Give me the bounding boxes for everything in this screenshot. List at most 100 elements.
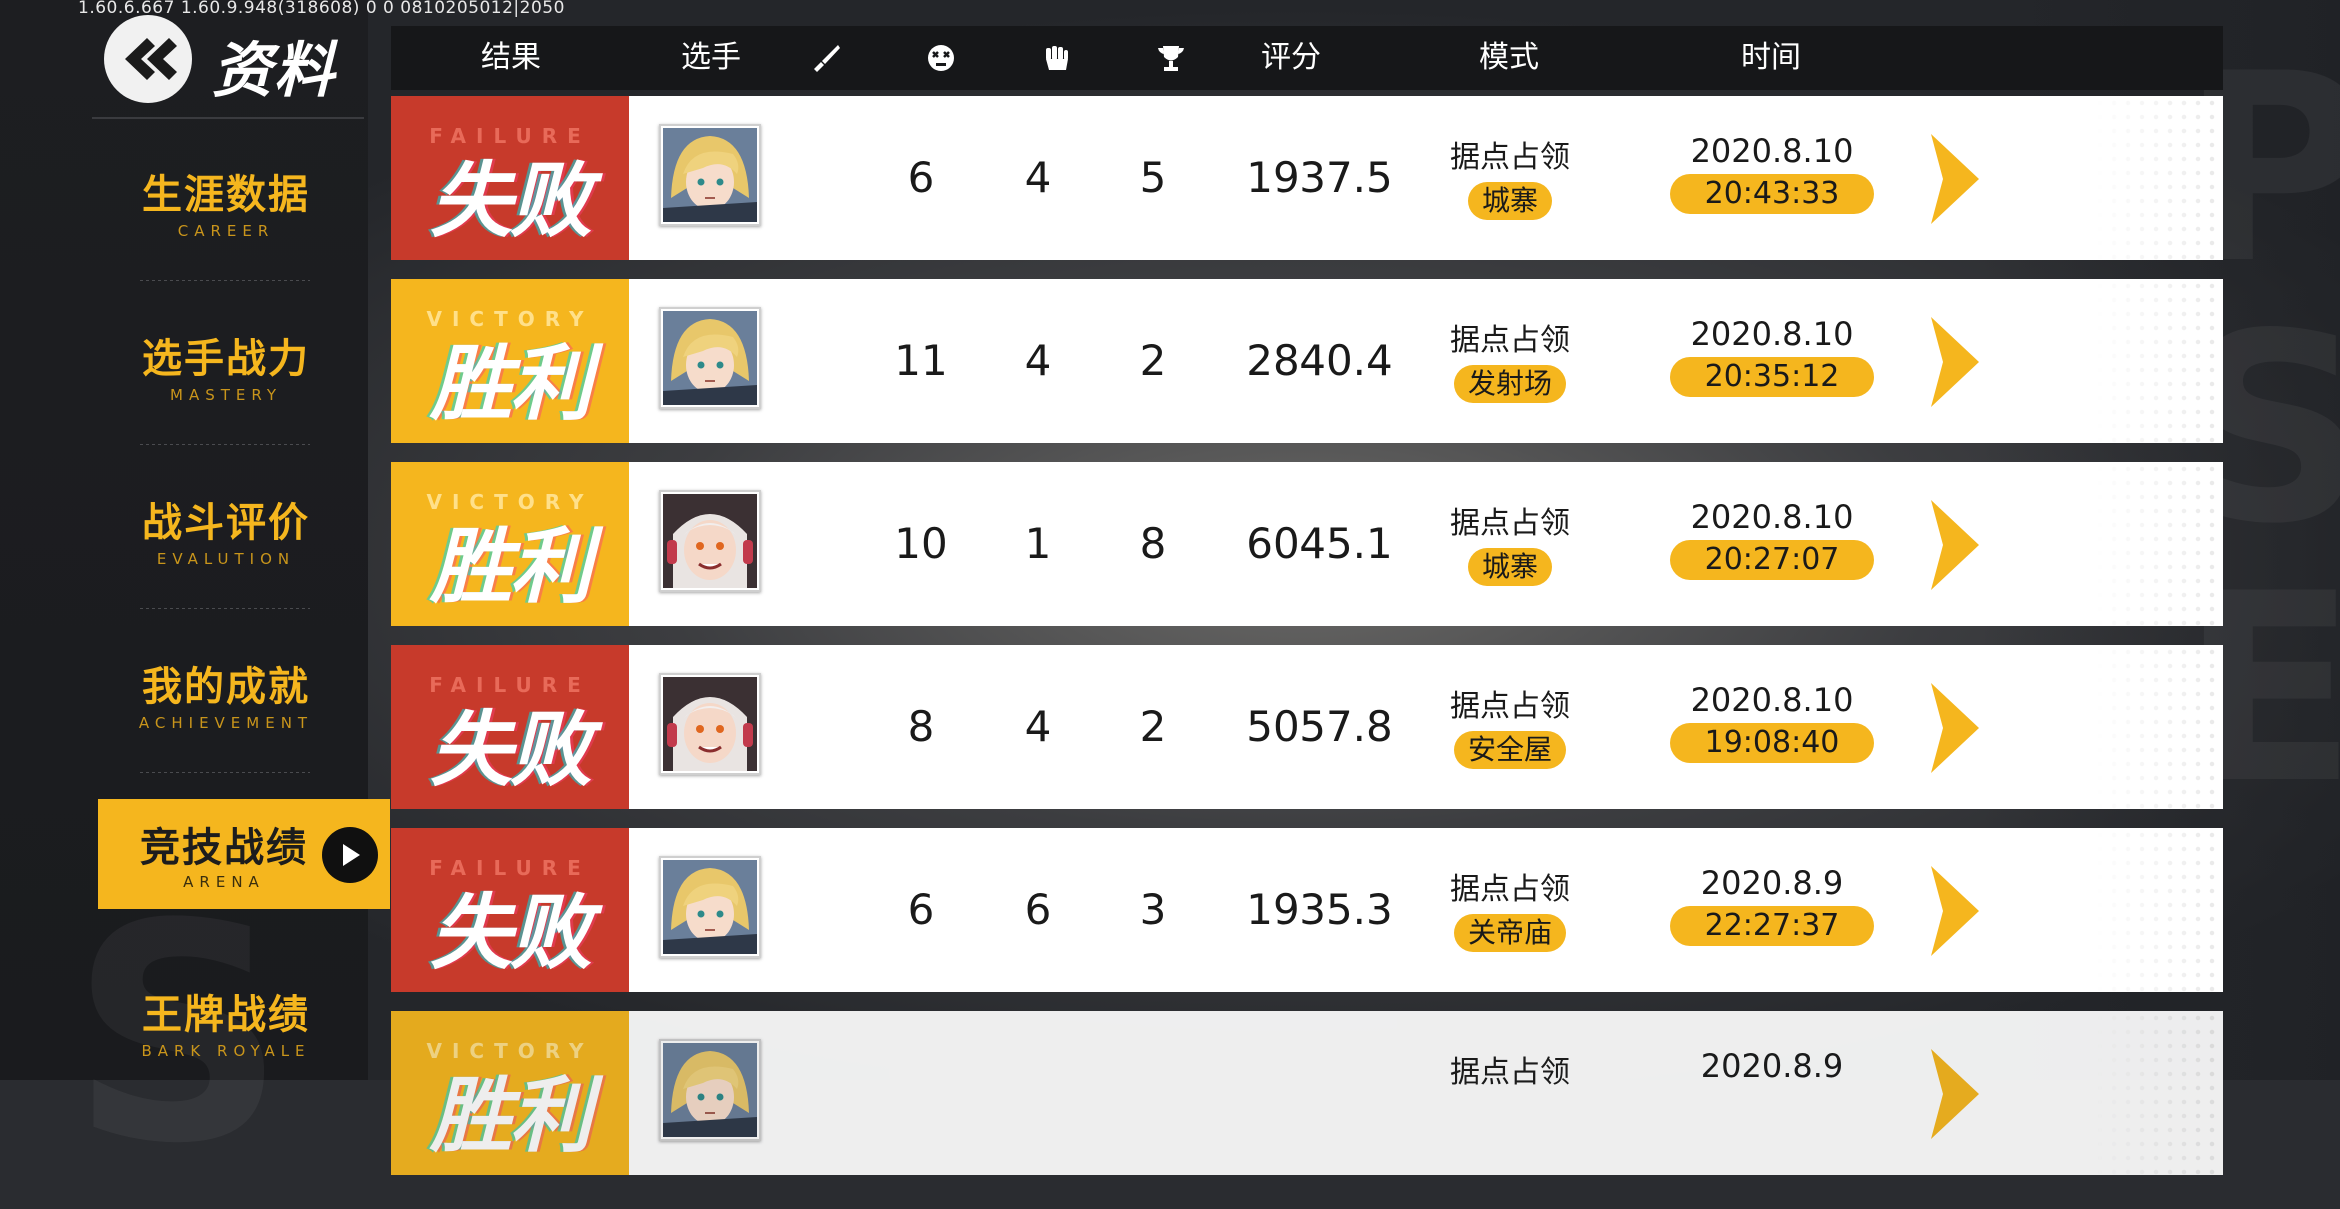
match-date: 2020.8.10 [1690,681,1854,719]
dot-pattern [2093,279,2223,443]
table-header: 结果 选手 评分 模式 时间 [391,26,2223,90]
result-badge: VICTORY 胜利 [391,279,629,443]
kills-value: 8 [907,702,935,751]
match-time: 20:35:12 [1670,357,1874,397]
double-chevron-left-icon [125,38,177,80]
mode-name: 据点占领 [1450,506,1570,541]
page-title: 资料 [212,36,336,106]
sidebar-item-evaluation[interactable]: 战斗评价 EVALUTION [98,490,354,620]
mode-cell: 据点占领 安全屋 [1420,681,1600,769]
match-row[interactable]: FAILURE 失败 6 6 3 19 35.3 据点占领 关帝庙 2020.8… [391,828,2223,992]
match-date: 2020.8.10 [1690,132,1854,170]
sidebar-item-sublabel: CAREER [177,222,275,240]
sidebar-item-achievement[interactable]: 我的成就 ACHIEVEMENT [98,654,354,784]
mode-name: 据点占领 [1450,689,1570,724]
mode-cell: 据点占领 城寨 [1420,498,1600,586]
match-time: 22:27:37 [1670,906,1874,946]
sidebar-item-label: 王牌战绩 [142,992,310,1038]
match-row[interactable]: FAILURE 失败 6 4 5 19 37.5 据点占领 城寨 2020.8.… [391,96,2223,260]
sidebar-divider [92,117,364,119]
dot-pattern [2093,462,2223,626]
chevron-right-icon[interactable] [1927,134,1983,224]
mode-name: 据点占领 [1450,323,1570,358]
dot-pattern [2093,96,2223,260]
dot-pattern [2093,828,2223,992]
sidebar-item-label: 生涯数据 [142,172,310,218]
header-result: 结果 [481,40,541,75]
time-cell: 2020.8.10 20:27:07 [1667,498,1877,580]
header-time: 时间 [1741,40,1801,75]
sidebar-item-label: 战斗评价 [142,500,310,546]
map-badge: 安全屋 [1453,731,1566,769]
sidebar-separator [140,280,310,281]
player-avatar [659,124,761,226]
sidebar-item-career[interactable]: 生涯数据 CAREER [98,162,354,292]
match-date: 2020.8.9 [1700,864,1844,902]
kills-value [871,1011,971,1175]
time-cell: 2020.8.9 22:27:37 [1667,864,1877,946]
header-player: 选手 [681,40,741,75]
match-time: 20:43:33 [1670,174,1874,214]
deaths-value [988,1011,1088,1175]
mode-cell: 据点占领 关帝庙 [1420,864,1600,952]
chevron-right-icon[interactable] [1927,683,1983,773]
kills-value: 6 [907,885,935,934]
sidebar-item-arena[interactable]: 竞技战绩 ARENA [98,799,390,909]
assists-value: 5 [1139,153,1167,202]
kills-value: 6 [907,153,935,202]
player-avatar [659,307,761,409]
player-avatar [659,1039,761,1141]
map-badge: 发射场 [1453,365,1566,403]
match-row[interactable]: VICTORY 胜利 据点占领 2020.8.9 [391,1011,2223,1175]
blonde-player-icon [663,128,757,222]
sidebar-item-bark-royale[interactable]: 王牌战绩 BARK ROYALE [98,982,354,1112]
chevron-right-icon[interactable] [1927,866,1983,956]
time-cell: 2020.8.10 20:35:12 [1667,315,1877,397]
knife-icon [814,45,840,72]
sidebar-item-mastery[interactable]: 选手战力 MASTERY [98,326,354,456]
result-badge: FAILURE 失败 [391,645,629,809]
white-hair-player-icon [663,494,757,588]
assists-value: 3 [1139,885,1167,934]
result-label-cn: 胜利 [430,520,592,615]
sidebar-separator [140,608,310,609]
header-mode: 模式 [1479,40,1539,75]
time-cell: 2020.8.10 20:43:33 [1667,132,1877,214]
time-cell: 2020.8.10 19:08:40 [1667,681,1877,763]
sidebar-item-sublabel: EVALUTION [156,550,296,568]
match-time: 19:08:40 [1670,723,1874,763]
match-row[interactable]: FAILURE 失败 8 4 2 50 57.8 据点占领 安全屋 2020.8… [391,645,2223,809]
deaths-value: 6 [1024,885,1052,934]
result-label-cn: 失败 [430,703,592,798]
kills-value: 11 [894,336,948,385]
result-label-cn: 胜利 [430,1069,592,1164]
match-date: 2020.8.9 [1700,1047,1844,1085]
result-label-cn: 失败 [430,154,592,249]
kills-value: 10 [894,519,948,568]
sidebar-item-label: 我的成就 [142,664,310,710]
player-avatar [659,856,761,958]
blonde-player-icon [663,311,757,405]
sidebar-item-sublabel: MASTERY [170,386,282,404]
result-badge: VICTORY 胜利 [391,462,629,626]
deaths-value: 4 [1024,336,1052,385]
deaths-value: 4 [1024,702,1052,751]
blonde-player-icon [663,1043,757,1137]
chevron-right-icon[interactable] [1927,317,1983,407]
sidebar-item-sublabel: ACHIEVEMENT [138,714,314,732]
white-hair-player-icon [663,677,757,771]
assists-value: 2 [1139,702,1167,751]
match-row[interactable]: VICTORY 胜利 11 4 2 28 40.4 据点占领 发射场 2020.… [391,279,2223,443]
map-badge: 城寨 [1467,182,1552,220]
mode-cell: 据点占领 发射场 [1420,315,1600,403]
back-button[interactable] [104,15,192,103]
chevron-right-icon[interactable] [1927,1049,1983,1139]
dot-pattern [2093,1011,2223,1175]
fist-icon [1046,46,1068,70]
mode-cell: 据点占领 [1420,1047,1600,1139]
chevron-right-icon[interactable] [1927,500,1983,590]
result-label-cn: 失败 [430,886,592,981]
match-row[interactable]: VICTORY 胜利 10 1 8 60 45.1 据点占领 城寨 2020.8… [391,462,2223,626]
match-date: 2020.8.10 [1690,315,1854,353]
sidebar-separator [140,444,310,445]
